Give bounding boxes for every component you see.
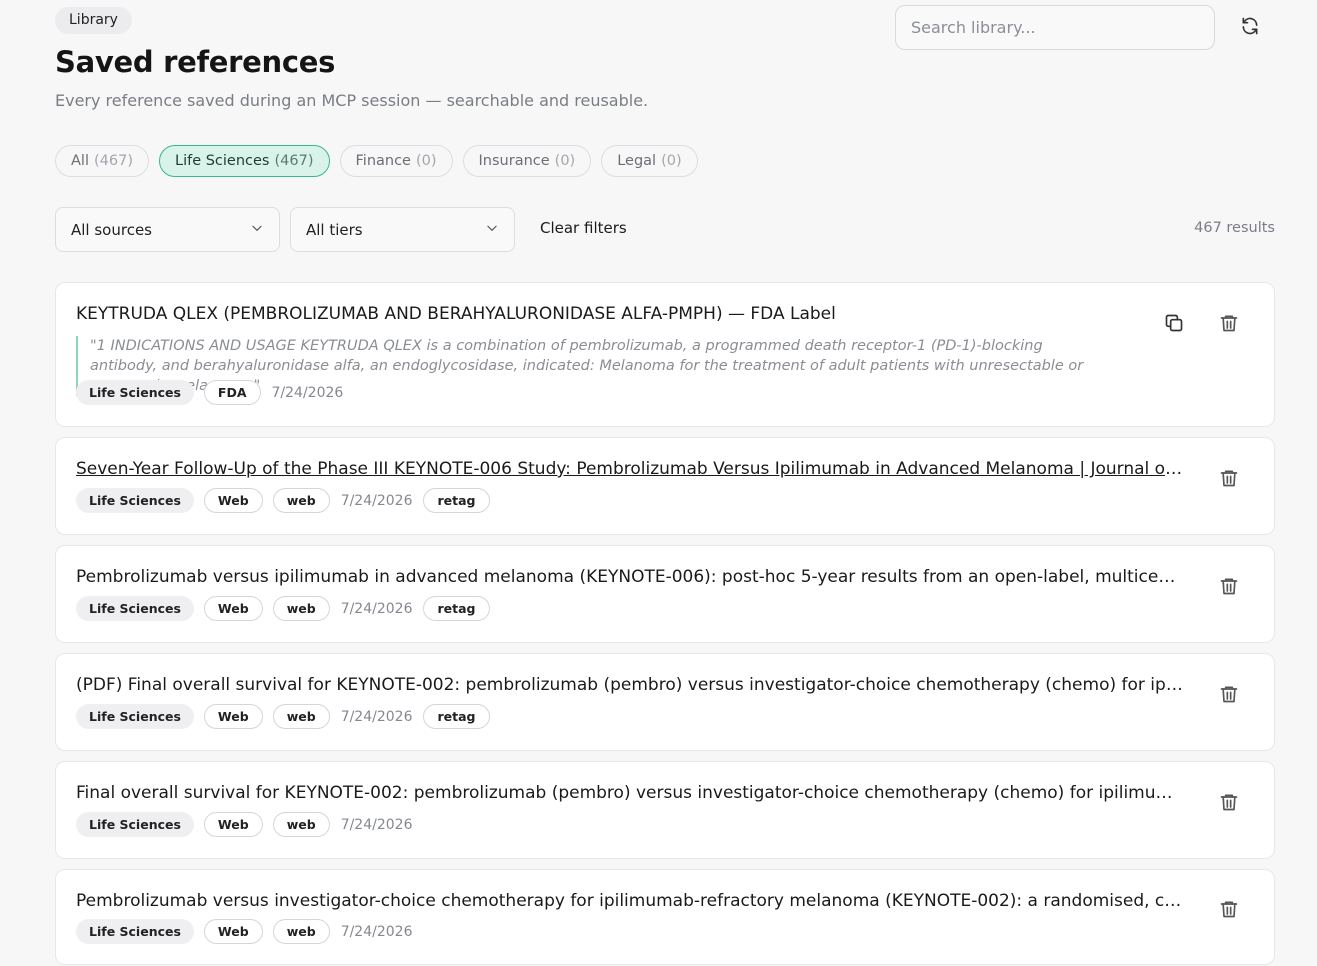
library-page: Library Saved references Every reference… (0, 0, 1317, 966)
type-badge: web (272, 488, 330, 513)
reference-card[interactable]: KEYTRUDA QLEX (PEMBROLIZUMAB AND BERAHYA… (55, 282, 1275, 427)
domain-badge: Life Sciences (76, 596, 194, 621)
reference-date: 7/24/2026 (340, 600, 413, 617)
source-badge: FDA (203, 380, 261, 405)
trash-icon (1219, 792, 1239, 816)
reference-card[interactable]: Final overall survival for KEYNOTE-002: … (55, 761, 1275, 859)
tab-count: (0) (554, 153, 576, 169)
delete-button[interactable] (1215, 311, 1243, 339)
reference-card[interactable]: Pembrolizumab versus ipilimumab in advan… (55, 545, 1275, 643)
delete-button[interactable] (1215, 790, 1243, 818)
source-badge: Web (203, 488, 263, 513)
copy-icon (1164, 313, 1184, 337)
tiers-select[interactable]: All tiers (290, 207, 515, 252)
tab-count: (467) (93, 153, 133, 169)
reference-tags: Life Sciences Web web 7/24/2026 (76, 919, 413, 944)
reference-card[interactable]: Pembrolizumab versus investigator-choice… (55, 869, 1275, 965)
search-input[interactable] (895, 5, 1215, 50)
trash-icon (1219, 899, 1239, 923)
domain-badge: Life Sciences (76, 812, 194, 837)
reference-tags: Life Sciences Web web 7/24/2026 (76, 812, 413, 837)
tab-count: (0) (415, 153, 437, 169)
source-badge: Web (203, 812, 263, 837)
delete-button[interactable] (1215, 466, 1243, 494)
reference-date: 7/24/2026 (340, 708, 413, 725)
reference-title[interactable]: Pembrolizumab versus ipilimumab in advan… (76, 567, 1184, 587)
reference-date: 7/24/2026 (340, 923, 413, 940)
trash-icon (1219, 468, 1239, 492)
reference-title-link[interactable]: Seven-Year Follow-Up of the Phase III KE… (76, 459, 1184, 479)
tab-label: All (71, 153, 89, 169)
domain-badge: Life Sciences (76, 380, 194, 405)
reference-tags: Life Sciences Web web 7/24/2026 retag (76, 488, 490, 513)
type-badge: web (272, 596, 330, 621)
reference-title[interactable]: Pembrolizumab versus investigator-choice… (76, 891, 1184, 911)
tab-label: Insurance (478, 153, 550, 169)
reference-card[interactable]: Seven-Year Follow-Up of the Phase III KE… (55, 437, 1275, 535)
domain-badge: Life Sciences (76, 704, 194, 729)
tab-label: Finance (355, 153, 411, 169)
trash-icon (1219, 684, 1239, 708)
type-badge: web (272, 812, 330, 837)
refresh-icon (1240, 16, 1260, 40)
source-badge: Web (203, 596, 263, 621)
sources-select[interactable]: All sources (55, 207, 280, 252)
source-badge: Web (203, 704, 263, 729)
reference-tags: Life Sciences FDA 7/24/2026 (76, 380, 344, 405)
chevron-down-icon (485, 221, 499, 239)
retag-badge[interactable]: retag (423, 704, 490, 729)
copy-button[interactable] (1160, 311, 1188, 339)
tab-count: (467) (274, 153, 314, 169)
refresh-button[interactable] (1236, 14, 1264, 42)
retag-badge[interactable]: retag (423, 488, 490, 513)
domain-badge: Life Sciences (76, 919, 194, 944)
tiers-select-value: All tiers (306, 220, 363, 239)
tab-all[interactable]: All (467) (55, 145, 149, 177)
delete-button[interactable] (1215, 897, 1243, 925)
tab-label: Life Sciences (174, 153, 270, 169)
delete-button[interactable] (1215, 574, 1243, 602)
reference-date: 7/24/2026 (271, 384, 344, 401)
tab-insurance[interactable]: Insurance (0) (462, 145, 592, 177)
trash-icon (1219, 576, 1239, 600)
reference-title[interactable]: (PDF) Final overall survival for KEYNOTE… (76, 675, 1184, 695)
reference-date: 7/24/2026 (340, 492, 413, 509)
breadcrumb[interactable]: Library (55, 7, 132, 34)
reference-tags: Life Sciences Web web 7/24/2026 retag (76, 704, 490, 729)
source-badge: Web (203, 919, 263, 944)
type-badge: web (272, 704, 330, 729)
results-count: 467 results (1194, 220, 1275, 236)
page-title: Saved references (55, 45, 336, 79)
page-subtitle: Every reference saved during an MCP sess… (55, 91, 649, 110)
reference-card[interactable]: (PDF) Final overall survival for KEYNOTE… (55, 653, 1275, 751)
reference-date: 7/24/2026 (340, 816, 413, 833)
retag-badge[interactable]: retag (423, 596, 490, 621)
reference-title[interactable]: Final overall survival for KEYNOTE-002: … (76, 783, 1184, 803)
tab-count: (0) (661, 153, 682, 169)
type-badge: web (272, 919, 330, 944)
chevron-down-icon (250, 221, 264, 239)
reference-title[interactable]: KEYTRUDA QLEX (PEMBROLIZUMAB AND BERAHYA… (76, 304, 1136, 324)
domain-badge: Life Sciences (76, 488, 194, 513)
tab-finance[interactable]: Finance (0) (339, 145, 453, 177)
tab-label: Legal (617, 153, 657, 169)
reference-tags: Life Sciences Web web 7/24/2026 retag (76, 596, 490, 621)
delete-button[interactable] (1215, 682, 1243, 710)
domain-tabs: All (467) Life Sciences (467) Finance (0… (55, 145, 698, 177)
tab-life-sciences[interactable]: Life Sciences (467) (158, 145, 330, 177)
clear-filters-button[interactable]: Clear filters (540, 219, 627, 237)
sources-select-value: All sources (71, 220, 152, 239)
trash-icon (1219, 313, 1239, 337)
tab-legal[interactable]: Legal (0) (601, 145, 698, 177)
